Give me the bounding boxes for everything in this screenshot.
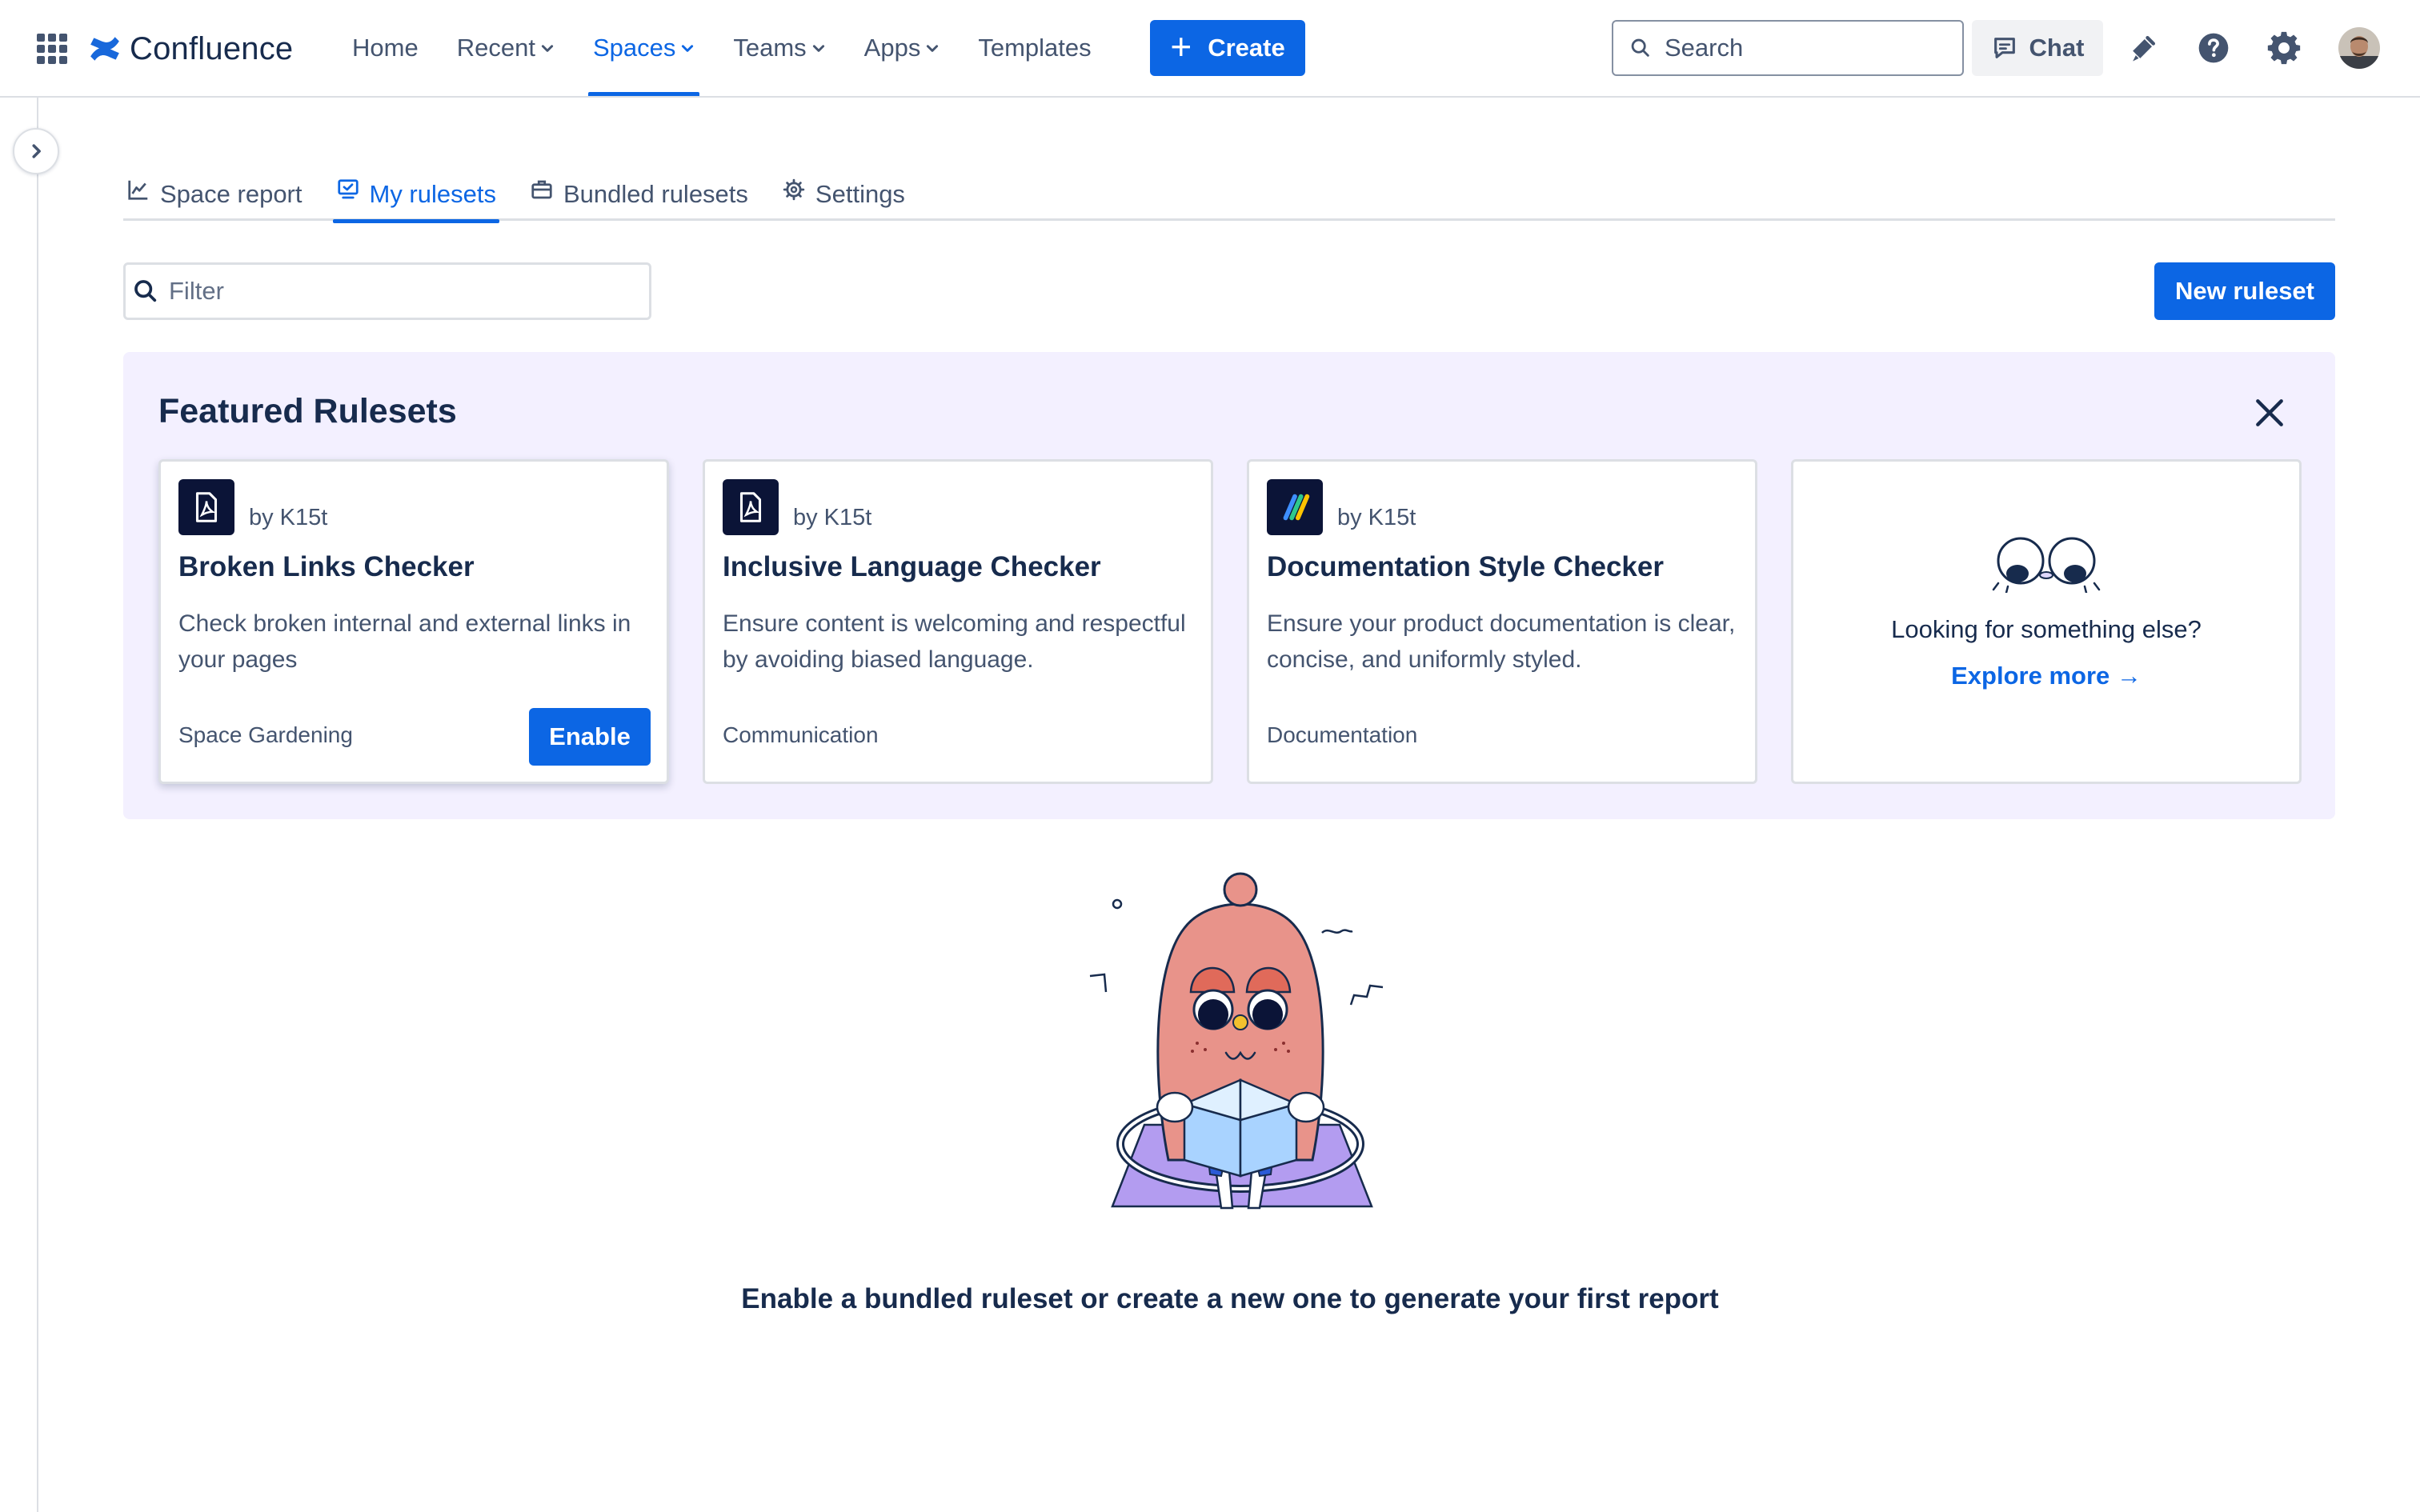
- card-description: Check broken internal and external links…: [178, 610, 631, 673]
- peeking-eyes-icon: [1992, 537, 2101, 593]
- help-button[interactable]: [2194, 29, 2233, 67]
- nav-recent-label: Recent: [456, 34, 535, 62]
- close-featured-button[interactable]: [2252, 395, 2287, 430]
- search-input[interactable]: Search: [1612, 20, 1964, 76]
- line-chart-icon: [128, 180, 148, 200]
- card-vendor: by K15t: [249, 505, 328, 530]
- search-icon: [1631, 38, 1649, 57]
- filter-input[interactable]: [169, 277, 617, 306]
- create-button[interactable]: + Create: [1150, 20, 1305, 76]
- tab-bundled-rulesets-label: Bundled rulesets: [563, 180, 748, 208]
- card-category: Documentation: [1267, 722, 1418, 747]
- close-icon: [2256, 399, 2283, 426]
- ruleset-tabs: Space report My rulesets Bundled ruleset…: [123, 168, 2335, 223]
- featured-title: Featured Rulesets: [158, 392, 457, 430]
- confluence-logo-icon: [90, 37, 119, 61]
- notifications-button[interactable]: [2124, 29, 2162, 67]
- top-navigation: Confluence Home Recent Spaces Teams Apps…: [0, 0, 2420, 98]
- chevron-down-icon: [541, 45, 554, 52]
- ruleset-card-broken-links[interactable]: by K15t Broken Links Checker Check broke…: [158, 459, 669, 784]
- avatar-photo: [2338, 27, 2380, 69]
- slash-stripes-icon: [1283, 494, 1310, 521]
- document-icon: [195, 492, 218, 522]
- explore-more-text: Looking for something else?: [1891, 615, 2202, 643]
- tab-bundled-rulesets[interactable]: Bundled rulesets: [527, 168, 751, 221]
- user-avatar[interactable]: [2338, 27, 2380, 69]
- app-switcher-icon[interactable]: [37, 34, 67, 64]
- chevron-down-icon: [682, 45, 694, 52]
- nav-home[interactable]: Home: [349, 0, 422, 96]
- style-app-logo-icon: [1267, 479, 1323, 535]
- card-category: Space Gardening: [178, 722, 353, 747]
- search-placeholder: Search: [1665, 34, 1744, 62]
- nav-apps-label: Apps: [863, 34, 921, 62]
- enable-button[interactable]: Enable: [529, 708, 651, 766]
- pdf-app-logo-icon: [178, 479, 234, 535]
- chevron-down-icon: [812, 45, 824, 52]
- nav-home-label: Home: [352, 34, 419, 62]
- card-description: Ensure your product documentation is cle…: [1267, 610, 1736, 673]
- card-vendor: by K15t: [793, 505, 872, 530]
- chat-icon: [1993, 38, 2015, 58]
- document-icon: [739, 492, 762, 522]
- monitor-check-icon: [337, 179, 359, 199]
- pdf-app-logo-icon: [723, 479, 779, 535]
- reading-character-illustration: [1089, 872, 1384, 1210]
- tab-my-rulesets[interactable]: My rulesets: [332, 168, 500, 223]
- help-icon: [2198, 33, 2229, 63]
- briefcase-icon: [531, 180, 552, 199]
- primary-nav: Home Recent Spaces Teams Apps Templates: [349, 0, 1127, 96]
- filter-field[interactable]: [123, 262, 651, 320]
- featured-rulesets-panel: Featured Rulesets by K15t Broken Links C…: [123, 352, 2335, 819]
- new-ruleset-button[interactable]: New ruleset: [2154, 262, 2335, 320]
- card-description: Ensure content is welcoming and respectf…: [723, 610, 1186, 673]
- empty-state-message: Enable a bundled ruleset or create a new…: [741, 1283, 1719, 1314]
- chat-button-label: Chat: [2029, 34, 2085, 62]
- tab-space-report-label: Space report: [160, 180, 302, 208]
- nav-teams-label: Teams: [733, 34, 807, 62]
- gear-icon: [2267, 31, 2301, 65]
- tab-my-rulesets-label: My rulesets: [369, 180, 496, 208]
- confluence-logo[interactable]: Confluence: [88, 27, 293, 70]
- nav-templates-label: Templates: [978, 34, 1092, 62]
- explore-more-card: Looking for something else? Explore more…: [1791, 459, 2302, 784]
- ruleset-card-documentation-style[interactable]: by K15t Documentation Style Checker Ensu…: [1247, 459, 1757, 784]
- nav-recent[interactable]: Recent: [454, 0, 558, 96]
- ruleset-card-inclusive-language[interactable]: by K15t Inclusive Language Checker Ensur…: [703, 459, 1213, 784]
- gear-icon: [783, 178, 805, 201]
- nav-spaces[interactable]: Spaces: [587, 0, 700, 96]
- card-category: Communication: [723, 722, 879, 747]
- settings-button[interactable]: [2265, 29, 2303, 67]
- tab-settings[interactable]: Settings: [779, 168, 908, 221]
- nav-spaces-label: Spaces: [592, 34, 676, 62]
- app-name: Confluence: [130, 30, 294, 66]
- explore-more-link[interactable]: Explore more →: [1793, 662, 2299, 690]
- tab-space-report[interactable]: Space report: [123, 168, 306, 221]
- chevron-down-icon: [927, 45, 939, 52]
- search-icon: [134, 280, 157, 302]
- tab-settings-label: Settings: [815, 180, 905, 208]
- megaphone-icon: [2133, 35, 2156, 62]
- nav-templates[interactable]: Templates: [975, 0, 1094, 96]
- nav-teams[interactable]: Teams: [730, 0, 828, 96]
- card-title: Documentation Style Checker: [1267, 551, 1664, 582]
- nav-apps[interactable]: Apps: [861, 0, 944, 96]
- chevron-right-icon: [32, 144, 41, 158]
- create-button-label: Create: [1208, 34, 1285, 62]
- card-title: Broken Links Checker: [178, 551, 475, 582]
- card-title: Inclusive Language Checker: [723, 551, 1101, 582]
- expand-sidebar-button[interactable]: [13, 128, 59, 174]
- plus-icon: +: [1170, 26, 1192, 67]
- card-vendor: by K15t: [1337, 505, 1416, 530]
- chat-button[interactable]: Chat: [1972, 20, 2103, 76]
